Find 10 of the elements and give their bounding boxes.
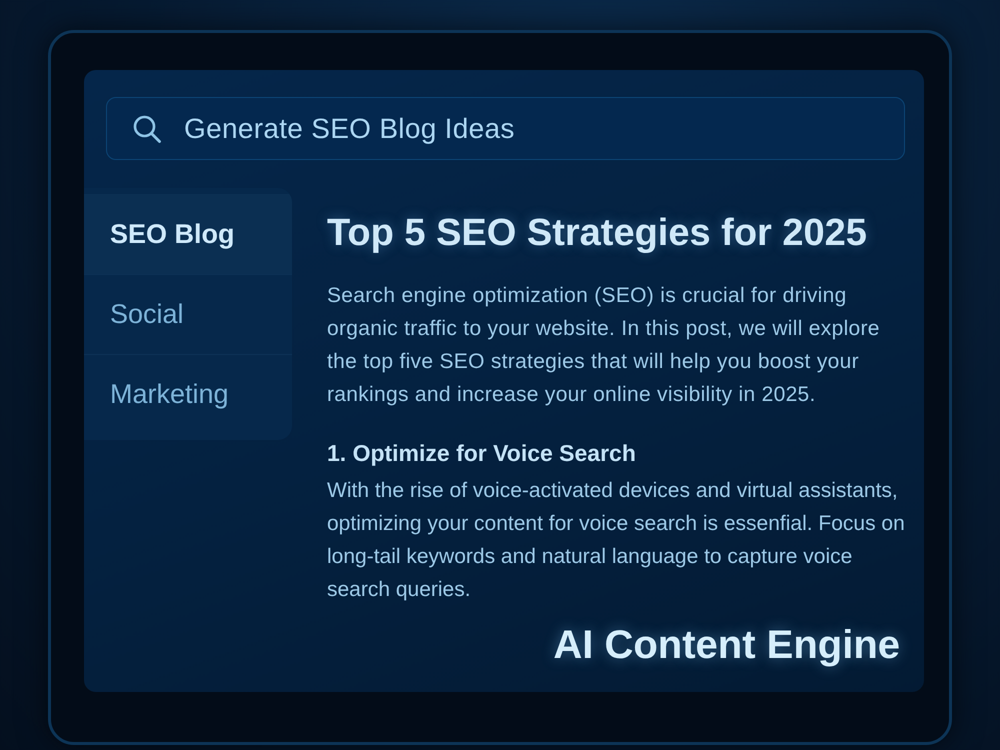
intro-paragraph: Search engine optimization (SEO) is crucial for driving organic traffic to your website. In this post, we will explore the top five SEO strategies that will help you boost your rankings and increase your online visibility in 2025.	[327, 283, 881, 408]
article-title: Top 5 SEO Strategies for 2025	[327, 211, 868, 256]
sidebar-item[interactable]: Marketing	[84, 354, 292, 434]
sidebar-item[interactable]: SEO Blog	[84, 194, 292, 274]
brand-name: AI Content Engine	[553, 622, 900, 668]
section-paragraph: With the rise of voice-activated devices and virtual assistants, optimizing your content for voice search is essenfial. Focus on long-tail keywords and natural language to capture voice search queries.	[327, 478, 906, 603]
search-icon	[133, 115, 161, 143]
search-field[interactable]: Generate SEO Blog Ideas	[106, 97, 905, 160]
sidebar-item[interactable]: Social	[84, 274, 292, 354]
section-heading: 1. Optimize for Voice Search	[327, 439, 637, 468]
